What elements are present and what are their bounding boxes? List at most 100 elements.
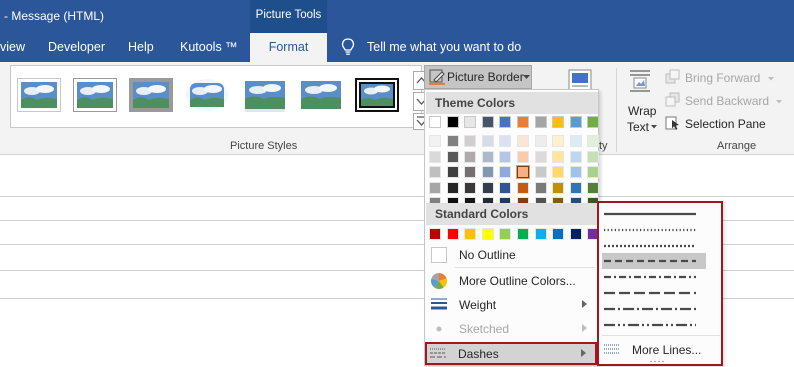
theme-color-swatch[interactable]: [534, 116, 547, 128]
theme-color-shade-swatch[interactable]: [499, 166, 512, 178]
theme-color-shade-swatch[interactable]: [446, 166, 459, 178]
selection-pane-icon[interactable]: [665, 115, 681, 131]
theme-color-shade-swatch[interactable]: [481, 181, 494, 194]
theme-color-shade-swatch[interactable]: [446, 181, 459, 194]
theme-color-shade-swatch[interactable]: [429, 150, 441, 163]
dashes-item[interactable]: Dashes: [425, 342, 597, 365]
theme-color-shade-swatch[interactable]: [446, 135, 459, 147]
standard-color-swatch[interactable]: [552, 228, 565, 240]
theme-color-shade-swatch[interactable]: [569, 166, 582, 178]
no-outline-item[interactable]: No Outline: [426, 243, 598, 267]
theme-color-shade-swatch[interactable]: [429, 166, 441, 178]
theme-color-shade-swatch[interactable]: [429, 181, 441, 194]
picture-tools-context-tab: Picture Tools: [250, 0, 327, 33]
picture-style-2[interactable]: [73, 78, 117, 112]
tell-me-search[interactable]: Tell me what you want to do: [367, 40, 521, 54]
standard-color-swatch[interactable]: [517, 228, 529, 240]
standard-color-swatch[interactable]: [464, 228, 477, 240]
theme-color-swatch[interactable]: [481, 116, 494, 128]
theme-color-shade-swatch[interactable]: [464, 135, 477, 147]
theme-color-shade-swatch[interactable]: [481, 166, 494, 178]
picture-layout-icon[interactable]: [568, 69, 592, 91]
theme-color-swatch[interactable]: [446, 116, 459, 128]
wrap-text-label-1[interactable]: Wrap: [628, 104, 656, 118]
theme-color-shade-swatch[interactable]: [534, 135, 547, 147]
theme-color-shade-swatch[interactable]: [429, 135, 441, 147]
theme-color-shade-swatch[interactable]: [587, 150, 600, 163]
theme-color-shade-swatch[interactable]: [481, 150, 494, 163]
theme-color-shade-swatch[interactable]: [446, 150, 459, 163]
theme-color-shade-swatch[interactable]: [481, 135, 494, 147]
standard-color-swatch[interactable]: [534, 228, 547, 240]
standard-color-swatch[interactable]: [499, 228, 512, 240]
theme-color-shade-swatch[interactable]: [517, 150, 529, 163]
dash-style-square-dot[interactable]: [602, 238, 706, 254]
tab-help[interactable]: Help: [128, 40, 154, 54]
theme-color-swatch[interactable]: [499, 116, 512, 128]
theme-color-shade-swatch[interactable]: [587, 181, 600, 194]
picture-style-4[interactable]: [185, 78, 229, 112]
tab-view[interactable]: view: [0, 40, 25, 54]
picture-style-5[interactable]: [243, 78, 287, 112]
theme-color-shade-swatch[interactable]: [587, 135, 600, 147]
wrap-text-label-2[interactable]: Text: [627, 120, 649, 134]
bring-forward-label[interactable]: Bring Forward: [685, 71, 760, 85]
dash-style-long-dash[interactable]: [602, 285, 706, 301]
theme-color-swatch[interactable]: [517, 116, 529, 128]
theme-color-shade-swatch[interactable]: [587, 166, 600, 178]
theme-color-shade-swatch[interactable]: [499, 135, 512, 147]
theme-color-shade-swatch[interactable]: [534, 166, 547, 178]
more-lines-item[interactable]: More Lines...: [602, 340, 720, 360]
theme-color-shade-swatch[interactable]: [517, 135, 529, 147]
resize-grip-icon[interactable]: [649, 360, 665, 363]
theme-color-shade-swatch[interactable]: [517, 181, 529, 194]
picture-style-7[interactable]: [355, 78, 399, 112]
dash-style-dash[interactable]: [602, 253, 706, 270]
theme-color-swatch[interactable]: [569, 116, 582, 128]
send-backward-label[interactable]: Send Backward: [685, 94, 769, 108]
standard-color-swatch[interactable]: [446, 228, 459, 240]
theme-color-shade-swatch[interactable]: [464, 166, 477, 178]
theme-color-shade-swatch[interactable]: [569, 150, 582, 163]
theme-color-shade-swatch[interactable]: [464, 150, 477, 163]
theme-color-shade-swatch[interactable]: [569, 135, 582, 147]
theme-color-shade-swatch[interactable]: [552, 166, 565, 178]
send-backward-icon[interactable]: [665, 92, 681, 108]
tab-format[interactable]: Format: [250, 33, 327, 62]
dash-style-dash-dot[interactable]: [602, 269, 706, 285]
submenu-arrow-icon: [582, 324, 587, 332]
tab-developer[interactable]: Developer: [48, 40, 105, 54]
theme-color-shade-swatch[interactable]: [499, 150, 512, 163]
standard-color-swatch[interactable]: [569, 228, 582, 240]
dash-style-long-dash-dot-dot[interactable]: [602, 317, 706, 333]
wrap-text-icon[interactable]: [628, 68, 652, 96]
theme-color-shade-swatch[interactable]: [552, 181, 565, 194]
standard-color-swatch[interactable]: [429, 228, 441, 240]
standard-color-swatch[interactable]: [481, 228, 494, 240]
dash-style-long-dash-dot[interactable]: [602, 301, 706, 317]
more-outline-colors-item[interactable]: More Outline Colors...: [426, 269, 598, 293]
theme-color-swatch[interactable]: [464, 116, 477, 128]
picture-border-button[interactable]: Picture Border: [424, 65, 532, 89]
dash-style-solid[interactable]: [602, 206, 706, 222]
picture-style-3[interactable]: [129, 78, 173, 112]
selection-pane-label[interactable]: Selection Pane: [685, 117, 766, 131]
theme-color-shade-swatch[interactable]: [464, 181, 477, 194]
dash-line-sample: [604, 212, 696, 216]
bring-forward-icon[interactable]: [665, 69, 681, 85]
theme-color-shade-swatch[interactable]: [516, 165, 530, 179]
picture-style-1[interactable]: [17, 78, 61, 112]
picture-style-6[interactable]: [299, 78, 343, 112]
theme-color-shade-swatch[interactable]: [499, 181, 512, 194]
tab-kutools[interactable]: Kutools ™: [180, 40, 238, 54]
theme-color-shade-swatch[interactable]: [552, 135, 565, 147]
theme-color-swatch[interactable]: [552, 116, 565, 128]
weight-item[interactable]: Weight: [426, 293, 598, 317]
theme-color-shade-swatch[interactable]: [534, 150, 547, 163]
theme-color-swatch[interactable]: [587, 116, 600, 128]
theme-color-swatch[interactable]: [429, 116, 441, 128]
theme-color-shade-swatch[interactable]: [534, 181, 547, 194]
theme-color-shade-swatch[interactable]: [552, 150, 565, 163]
theme-color-shade-swatch[interactable]: [569, 181, 582, 194]
dash-style-round-dot[interactable]: [602, 222, 706, 238]
